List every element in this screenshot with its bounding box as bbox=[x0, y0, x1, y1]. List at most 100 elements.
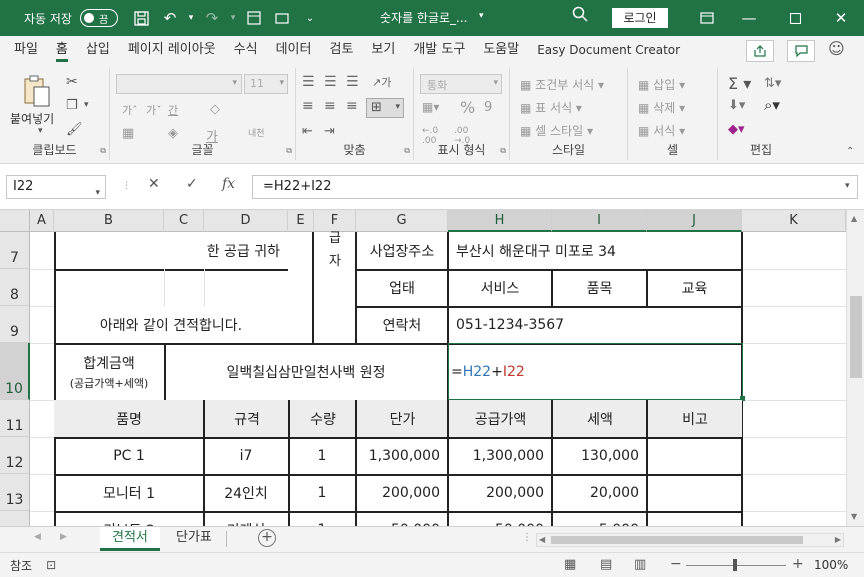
vertical-scrollbar[interactable]: ▲ ▼ bbox=[846, 210, 864, 526]
page-layout-view-icon[interactable]: ▤ bbox=[600, 557, 612, 572]
item-spec-cell[interactable]: 기계식 bbox=[204, 511, 288, 527]
clear-icon[interactable]: ◆▾ bbox=[728, 122, 745, 137]
paste-dropdown-icon[interactable]: ▾ bbox=[38, 126, 43, 136]
scroll-thumb[interactable] bbox=[850, 296, 862, 378]
col-header-i[interactable]: I bbox=[552, 210, 647, 232]
item-price-cell[interactable]: 1,300,000 bbox=[356, 437, 448, 474]
conditional-format-button[interactable]: ▦ 조건부 서식 ▾ bbox=[520, 76, 604, 93]
tab-easy-document-creator[interactable]: Easy Document Creator bbox=[528, 36, 689, 64]
item-qty-cell[interactable]: 1 bbox=[288, 511, 356, 527]
tab-page-layout[interactable]: 페이지 레이아웃 bbox=[119, 36, 225, 64]
increase-indent-icon[interactable]: ⇥ bbox=[324, 124, 335, 139]
business-type-cell[interactable]: 서비스 bbox=[448, 269, 552, 306]
save-icon[interactable] bbox=[128, 6, 156, 30]
close-icon[interactable]: ✕ bbox=[818, 0, 864, 36]
expand-formula-icon[interactable]: ▾ bbox=[845, 181, 850, 191]
col-header-g[interactable]: G bbox=[356, 210, 448, 232]
header-supply-cell[interactable]: 공급가액 bbox=[449, 400, 552, 437]
undo-dropdown-icon[interactable]: ▾ bbox=[184, 6, 198, 30]
active-edit-cell[interactable]: = H22 + I22 bbox=[448, 343, 743, 400]
fill-color-icon[interactable]: ◈ bbox=[168, 126, 178, 141]
item-qty-cell[interactable]: 1 bbox=[288, 474, 356, 511]
item-price-cell[interactable]: 50,000 bbox=[356, 511, 448, 527]
tab-review[interactable]: 검토 bbox=[320, 36, 362, 64]
normal-view-icon[interactable]: ▦ bbox=[564, 557, 576, 572]
contact-cell[interactable]: 051-1234-3567 bbox=[448, 306, 742, 343]
hscroll-thumb[interactable] bbox=[551, 536, 803, 544]
tab-file[interactable]: 파일 bbox=[5, 36, 47, 64]
copy-dropdown-icon[interactable]: ▾ bbox=[84, 100, 89, 110]
business-type-label-cell[interactable]: 업태 bbox=[356, 269, 448, 306]
fill-icon[interactable]: ⬇▾ bbox=[728, 98, 745, 113]
row-header-8[interactable]: 8 bbox=[0, 269, 30, 306]
borders-icon[interactable]: ▦ bbox=[122, 126, 134, 141]
scroll-up-icon[interactable]: ▲ bbox=[851, 214, 857, 223]
align-top-icon[interactable]: ☰ bbox=[302, 74, 315, 90]
format-cells-button[interactable]: ▦ 서식 ▾ bbox=[638, 122, 685, 139]
font-size-dropdown[interactable]: 11 ▾ bbox=[244, 74, 288, 94]
item-tax-cell[interactable]: 5,000 bbox=[552, 511, 647, 527]
accounting-format-icon[interactable]: ▦▾ bbox=[422, 100, 439, 114]
col-header-a[interactable]: A bbox=[30, 210, 54, 232]
tab-help[interactable]: 도움말 bbox=[474, 36, 528, 64]
name-box[interactable]: I22 ▾ bbox=[6, 175, 106, 199]
item-label-cell[interactable]: 품목 bbox=[552, 269, 647, 306]
header-price-cell[interactable]: 단가 bbox=[357, 400, 448, 437]
sort-filter-icon[interactable]: ⇅▾ bbox=[764, 76, 781, 91]
comments-icon[interactable] bbox=[787, 40, 815, 62]
zoom-in-icon[interactable]: + bbox=[792, 556, 804, 572]
font-launcher-icon[interactable]: ⧉ bbox=[286, 146, 292, 156]
login-button[interactable]: 로그인 bbox=[612, 8, 668, 28]
row-header-10[interactable]: 10 bbox=[0, 343, 30, 400]
page-break-view-icon[interactable]: ▥ bbox=[634, 557, 646, 572]
item-note-cell[interactable] bbox=[647, 437, 742, 474]
shape-icon[interactable] bbox=[268, 6, 296, 30]
item-price-cell[interactable]: 200,000 bbox=[356, 474, 448, 511]
font-name-dropdown[interactable]: ▾ bbox=[116, 74, 242, 94]
next-sheet-icon[interactable]: ▶ bbox=[60, 532, 67, 542]
number-format-dropdown[interactable]: 통화 ▾ bbox=[420, 74, 502, 94]
decrease-font-icon[interactable]: 가ˇ bbox=[146, 102, 162, 118]
zoom-out-icon[interactable]: − bbox=[670, 556, 682, 572]
total-amount-text-cell[interactable]: 일백칠십삼만일천사백 원정 bbox=[164, 343, 448, 400]
cut-icon[interactable]: ✂ bbox=[66, 74, 78, 90]
minimize-icon[interactable]: — bbox=[726, 0, 772, 36]
redo-dropdown-icon[interactable]: ▾ bbox=[226, 6, 240, 30]
phonetic-icon[interactable]: 간 bbox=[168, 102, 178, 118]
address-label-cell[interactable]: 사업장주소 bbox=[356, 232, 448, 269]
cell-styles-button[interactable]: ▦ 셀 스타일 ▾ bbox=[520, 122, 593, 139]
select-all-corner[interactable] bbox=[0, 210, 30, 232]
col-header-d[interactable]: D bbox=[204, 210, 288, 232]
maximize-icon[interactable] bbox=[772, 0, 818, 36]
item-qty-cell[interactable]: 1 bbox=[288, 437, 356, 474]
format-as-table-button[interactable]: ▦ 표 서식 ▾ bbox=[520, 99, 582, 116]
enter-icon[interactable]: ✓ bbox=[186, 176, 198, 192]
tab-home[interactable]: 홈 bbox=[47, 36, 77, 64]
comma-style-icon[interactable]: 9 bbox=[484, 100, 492, 115]
row-header-14[interactable]: 14 bbox=[0, 511, 30, 526]
zoom-level[interactable]: 100% bbox=[814, 558, 848, 572]
alignment-launcher-icon[interactable]: ⧉ bbox=[404, 146, 410, 156]
tab-data[interactable]: 데이터 bbox=[267, 36, 321, 64]
address-cell[interactable]: 부산시 해운대구 미포로 34 bbox=[448, 232, 742, 269]
item-tax-cell[interactable]: 20,000 bbox=[552, 474, 647, 511]
align-bottom-icon[interactable]: ☰ bbox=[346, 74, 359, 90]
row-header-7[interactable]: 7 bbox=[0, 232, 30, 269]
formula-input[interactable]: =H22+I22 bbox=[252, 175, 858, 199]
horizontal-scrollbar[interactable]: ◀ ▶ bbox=[536, 533, 844, 547]
recipient-cell[interactable]: 한 공급 귀하 bbox=[54, 232, 288, 269]
scroll-left-icon[interactable]: ◀ bbox=[539, 535, 545, 544]
header-name-cell[interactable]: 품명 bbox=[54, 400, 204, 437]
header-qty-cell[interactable]: 수량 bbox=[290, 400, 356, 437]
decrease-indent-icon[interactable]: ⇤ bbox=[302, 124, 313, 139]
item-tax-cell[interactable]: 130,000 bbox=[552, 437, 647, 474]
search-icon[interactable] bbox=[572, 6, 588, 26]
header-note-cell[interactable]: 비고 bbox=[648, 400, 742, 437]
item-spec-cell[interactable]: i7 bbox=[204, 437, 288, 474]
scroll-right-icon[interactable]: ▶ bbox=[835, 535, 841, 544]
ribbon-display-icon[interactable] bbox=[684, 0, 730, 36]
increase-font-icon[interactable]: 가ˆ bbox=[122, 102, 138, 118]
sheet-tab-price[interactable]: 단가표 bbox=[164, 527, 224, 551]
title-dropdown-icon[interactable]: ▾ bbox=[479, 11, 484, 21]
item-cell[interactable]: 교육 bbox=[647, 269, 742, 306]
